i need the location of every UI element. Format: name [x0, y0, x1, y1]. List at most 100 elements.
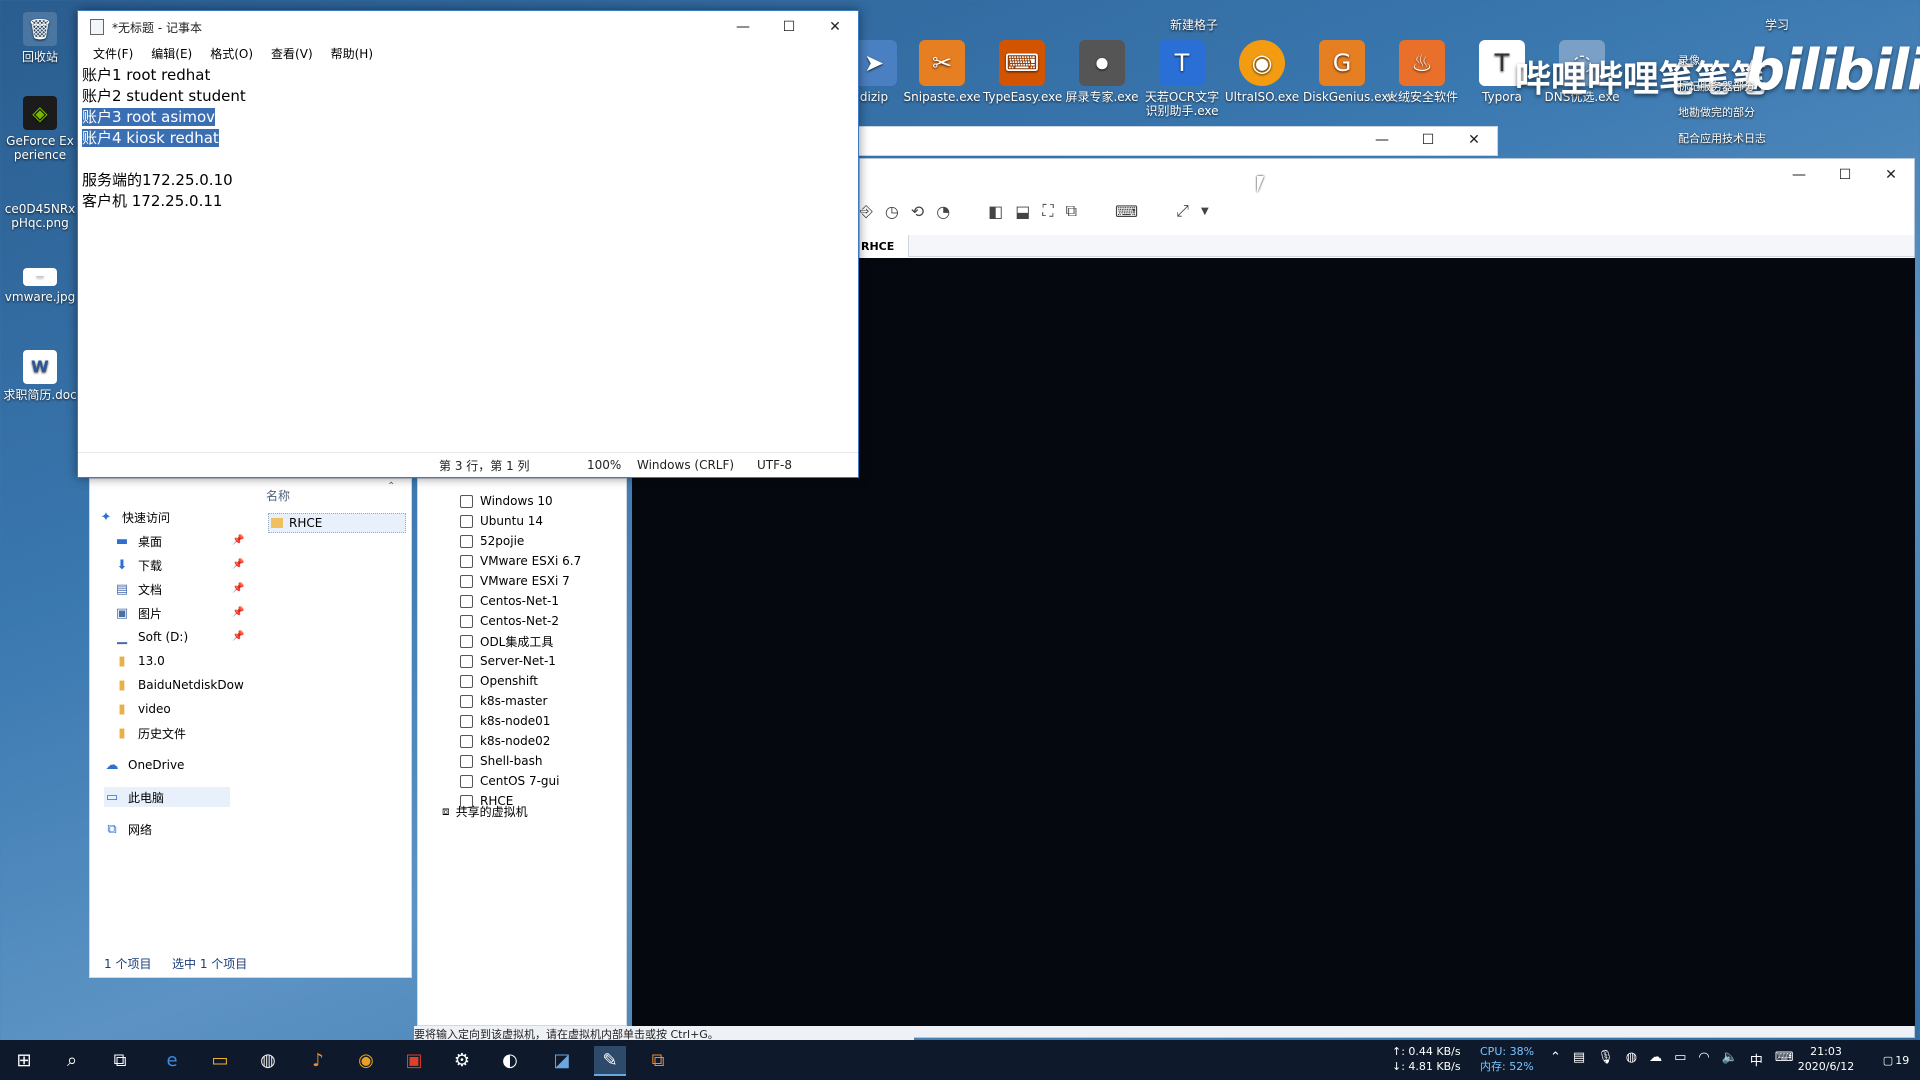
chevron-up-icon[interactable]: ⌃: [387, 481, 395, 492]
start-button[interactable]: ⊞: [8, 1046, 40, 1074]
thumbnail-view-icon[interactable]: ⬓: [1015, 202, 1030, 221]
name-column-header[interactable]: 名称: [266, 487, 290, 504]
maximize-button[interactable]: ☐: [1405, 127, 1451, 153]
menu-format[interactable]: 格式(O): [201, 45, 262, 62]
revert-snapshot-icon[interactable]: ⟲: [911, 202, 924, 221]
close-button[interactable]: ✕: [1868, 159, 1914, 191]
taskbar-app[interactable]: ▣: [398, 1046, 430, 1074]
taskbar-app[interactable]: ♪: [302, 1046, 334, 1074]
geforce-experience-shortcut[interactable]: ◈ GeForce Experience: [0, 96, 80, 162]
taskbar-app[interactable]: ◉: [350, 1046, 382, 1074]
pin-icon[interactable]: 📌: [232, 535, 244, 546]
close-button[interactable]: ✕: [812, 11, 858, 43]
vm-list-item[interactable]: Ubuntu 14: [460, 511, 543, 531]
task-view-button[interactable]: ⧉: [104, 1046, 136, 1074]
vm-list-item[interactable]: VMware ESXi 6.7: [460, 551, 581, 571]
taskbar-app[interactable]: ▭: [204, 1046, 236, 1074]
ime-indicator[interactable]: 中: [1750, 1050, 1763, 1069]
vm-list-item[interactable]: ODL集成工具: [460, 631, 553, 651]
chevron-up-icon[interactable]: ⌃: [1550, 1050, 1561, 1069]
vm-list-item[interactable]: k8s-master: [460, 691, 547, 711]
desktop-tile[interactable]: ♨ 火绒安全软件: [1383, 40, 1461, 104]
vm-list-item[interactable]: VMware ESXi 7: [460, 571, 570, 591]
taskbar-app[interactable]: ◐: [494, 1046, 526, 1074]
nav-item[interactable]: ⬇ 下载: [114, 555, 162, 575]
vm-list-item[interactable]: Windows 10: [460, 491, 553, 511]
fullscreen-icon[interactable]: ⛶: [1042, 201, 1053, 221]
resume-doc-shortcut[interactable]: W 求职简历.doc: [0, 350, 80, 402]
desktop-tile[interactable]: T 天若OCR文字识别助手.exe: [1143, 40, 1221, 118]
minimize-button[interactable]: —: [1776, 159, 1822, 191]
vm-list-item[interactable]: Centos-Net-1: [460, 591, 559, 611]
stretch-icon[interactable]: ⤢: [1176, 201, 1189, 221]
shortcut-item[interactable]: 标记服务器部分: [1658, 74, 1766, 100]
shortcut-item[interactable]: 配合应用技术日志: [1658, 126, 1766, 152]
wifi-icon[interactable]: ◠: [1698, 1050, 1709, 1069]
desktop-tile[interactable]: ◉ UltraISO.exe: [1223, 40, 1301, 104]
taskbar-app[interactable]: ◍: [252, 1046, 284, 1074]
desktop-tile[interactable]: G DiskGenius.exe: [1303, 40, 1395, 104]
nav-item[interactable]: ☁ OneDrive: [104, 755, 185, 775]
vmware-jpg-shortcut[interactable]: — vmware.jpg: [0, 268, 80, 304]
volume-icon[interactable]: 🔈: [1722, 1050, 1738, 1069]
library-view-icon[interactable]: ◧: [988, 202, 1003, 221]
snapshot-manager-icon[interactable]: ◔: [936, 202, 950, 221]
nav-item[interactable]: ▭ 此电脑: [104, 787, 230, 807]
maximize-button[interactable]: ☐: [766, 11, 812, 43]
vm-list-item[interactable]: k8s-node02: [460, 731, 550, 751]
microphone-icon[interactable]: 🎙: [1597, 1050, 1614, 1069]
menu-help[interactable]: 帮助(H): [322, 45, 382, 62]
png-file-shortcut[interactable]: ce0D45NRxpHqc.png: [0, 202, 80, 230]
nav-item[interactable]: ▮ 历史文件: [114, 723, 186, 743]
shared-vms-item[interactable]: ⧈ 共享的虚拟机: [442, 801, 528, 821]
file-list-item[interactable]: RHCE: [268, 513, 406, 533]
desktop-tile[interactable]: ⏺ 屏录专家.exe: [1063, 40, 1141, 104]
notepad-text-area[interactable]: 账户1 root redhat 账户2 student student 账户3 ro…: [82, 65, 842, 447]
wechat-tray-icon[interactable]: ◍: [1626, 1050, 1637, 1069]
search-button[interactable]: ⌕: [56, 1046, 88, 1074]
vm-list-item[interactable]: 52pojie: [460, 531, 524, 551]
menu-file[interactable]: 文件(F): [84, 45, 142, 62]
menu-view[interactable]: 查看(V): [262, 45, 322, 62]
vm-list-item[interactable]: CentOS 7-gui: [460, 771, 559, 791]
pin-icon[interactable]: 📌: [232, 631, 244, 642]
nav-item[interactable]: ▮ 13.0: [114, 651, 164, 671]
clock[interactable]: 21:03 2020/6/12: [1786, 1044, 1866, 1074]
pin-icon[interactable]: 📌: [232, 607, 244, 618]
unity-icon[interactable]: ⧉: [1066, 201, 1077, 221]
shortcut-item[interactable]: 录像: [1658, 48, 1766, 74]
notification-center[interactable]: ▢ 19: [1880, 1048, 1912, 1072]
nav-item[interactable]: ⧉ 网络: [104, 819, 152, 839]
pin-icon[interactable]: 📌: [232, 583, 244, 594]
vm-list-item[interactable]: Shell-bash: [460, 751, 542, 771]
snapshot-icon[interactable]: ◷: [885, 202, 899, 221]
desktop-tile[interactable]: ⌨ TypeEasy.exe: [983, 40, 1062, 104]
vm-list-item[interactable]: Centos-Net-2: [460, 611, 559, 631]
maximize-button[interactable]: ☐: [1822, 159, 1868, 191]
close-button[interactable]: ✕: [1451, 127, 1497, 153]
vm-list-item[interactable]: Server-Net-1: [460, 651, 556, 671]
recycle-bin-shortcut[interactable]: 🗑 回收站: [0, 12, 80, 64]
cloud-icon[interactable]: ☁: [1649, 1050, 1662, 1069]
nav-item[interactable]: ▤ 文档: [114, 579, 162, 599]
pin-icon[interactable]: 📌: [232, 559, 244, 570]
vm-list-item[interactable]: k8s-node01: [460, 711, 550, 731]
tab-rhce[interactable]: RHCE: [860, 235, 910, 257]
tray-app-icon[interactable]: ▤: [1573, 1050, 1585, 1069]
nav-item[interactable]: ✦ 快速访问: [98, 507, 170, 527]
minimize-button[interactable]: —: [1359, 127, 1405, 153]
taskbar-app[interactable]: ⧉: [642, 1046, 674, 1074]
send-keys-icon[interactable]: ⎆: [860, 201, 873, 221]
nav-item[interactable]: ▬ 桌面: [114, 531, 162, 551]
nav-item[interactable]: ▮ BaiduNetdiskDow: [114, 675, 243, 695]
nav-item[interactable]: ▣ 图片: [114, 603, 162, 623]
taskbar-app[interactable]: ◪: [546, 1046, 578, 1074]
chevron-down-icon[interactable]: ▼: [1201, 206, 1209, 217]
desktop-tile[interactable]: ✂ Snipaste.exe: [903, 40, 981, 104]
taskbar-app[interactable]: e: [156, 1046, 188, 1074]
shortcut-item[interactable]: 地勘做完的部分: [1658, 100, 1766, 126]
nav-item[interactable]: ▁ Soft (D:): [114, 627, 188, 647]
battery-icon[interactable]: ▭: [1674, 1050, 1686, 1069]
taskbar-app[interactable]: ⚙: [446, 1046, 478, 1074]
taskbar-app-active[interactable]: ✎: [594, 1046, 626, 1076]
